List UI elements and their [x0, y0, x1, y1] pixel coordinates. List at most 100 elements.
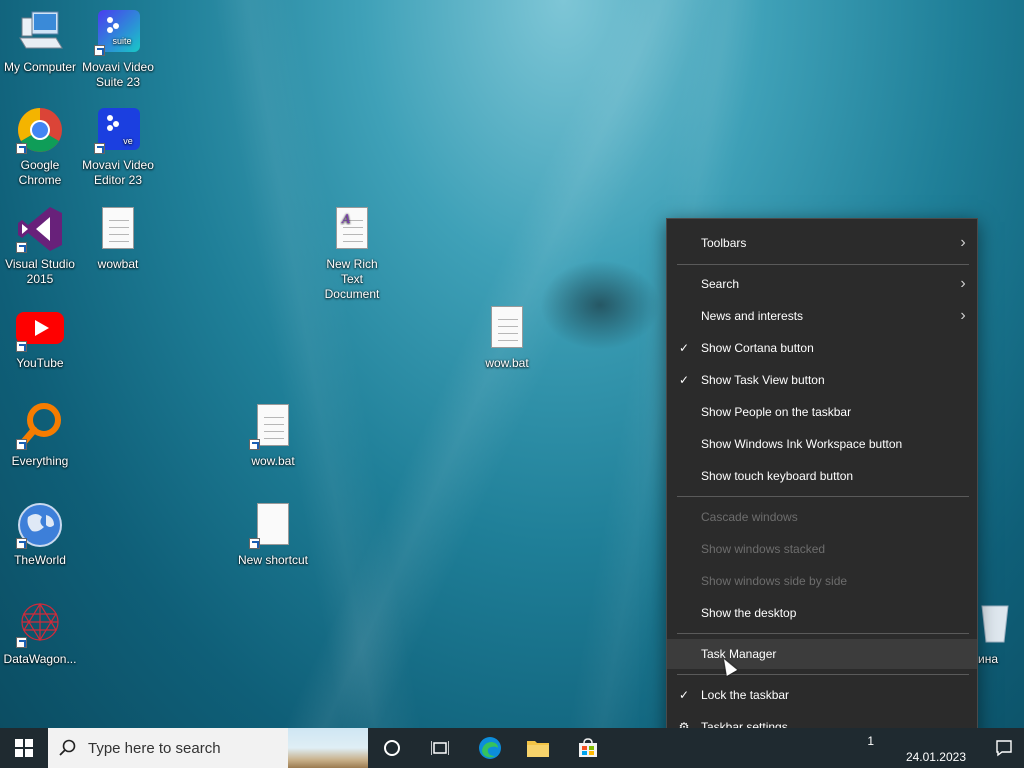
svg-text:A: A	[341, 212, 351, 225]
datawagon-icon	[16, 600, 64, 648]
file-explorer-button[interactable]	[514, 728, 562, 768]
windows-logo-icon	[15, 739, 33, 757]
desktop-icon-movavi-editor[interactable]: ve Movavi Video Editor 23	[78, 106, 158, 188]
batch-file-icon	[483, 304, 531, 352]
menu-item-label: Show Cortana button	[701, 341, 814, 355]
menu-item-label: Show touch keyboard button	[701, 469, 854, 483]
desktop-icon-youtube[interactable]: YouTube	[0, 304, 80, 371]
shortcut-arrow-icon	[94, 143, 105, 154]
menu-separator	[677, 496, 969, 497]
cortana-button[interactable]	[368, 728, 416, 768]
globe-icon	[16, 501, 64, 549]
task-view-button[interactable]	[416, 728, 464, 768]
menu-separator	[677, 674, 969, 675]
desktop-icon-label: Visual Studio 2015	[5, 257, 75, 286]
tray-time: 1	[867, 734, 874, 748]
checkmark-icon: ✓	[678, 341, 690, 355]
menu-item-label: Toolbars	[701, 236, 747, 250]
desktop-icon-label: Everything	[11, 454, 69, 468]
chevron-right-icon: ›	[960, 275, 966, 292]
menu-item-label: Show People on the taskbar	[701, 405, 852, 419]
movavi-suite-icon: suite	[94, 8, 142, 56]
start-button[interactable]	[0, 728, 48, 768]
desktop-icon-visual-studio[interactable]: Visual Studio 2015	[0, 205, 80, 287]
desktop-icon-my-computer[interactable]: My Computer	[0, 8, 80, 75]
shortcut-arrow-icon	[249, 538, 260, 549]
recycle-bin-icon	[974, 600, 1014, 648]
menu-item-show-ink-workspace[interactable]: Show Windows Ink Workspace button	[667, 429, 977, 459]
movavi-editor-badge: ve	[123, 136, 133, 146]
task-view-icon	[431, 741, 449, 755]
menu-item-label: Lock the taskbar	[701, 688, 790, 702]
desktop-icon-everything[interactable]: Everything	[0, 402, 80, 469]
chevron-right-icon: ›	[960, 307, 966, 324]
cortana-circle-icon	[384, 740, 400, 756]
shortcut-arrow-icon	[16, 538, 27, 549]
shortcut-arrow-icon	[16, 242, 27, 253]
desktop-icon-google-chrome[interactable]: Google Chrome	[0, 106, 80, 188]
shortcut-arrow-icon	[16, 143, 27, 154]
desktop-icon-new-shortcut[interactable]: New shortcut	[233, 501, 313, 568]
menu-item-windows-side-by-side: Show windows side by side	[667, 566, 977, 596]
menu-item-news-and-interests[interactable]: News and interests ›	[667, 301, 977, 331]
edge-icon	[479, 737, 501, 759]
taskbar[interactable]: Type here to search 1 24.01.2023	[0, 728, 1024, 768]
desktop-icon-label: New shortcut	[237, 553, 309, 567]
computer-icon	[16, 8, 64, 56]
desktop-icon-label: YouTube	[16, 356, 64, 370]
menu-separator	[677, 633, 969, 634]
menu-item-show-touch-keyboard[interactable]: Show touch keyboard button	[667, 461, 977, 491]
visual-studio-icon	[16, 205, 64, 253]
menu-item-label: Show windows stacked	[701, 542, 826, 556]
menu-item-search[interactable]: Search ›	[667, 269, 977, 299]
menu-item-label: Show Task View button	[701, 373, 825, 387]
desktop-icon-datawagon[interactable]: DataWagon...	[0, 600, 80, 667]
menu-separator	[677, 264, 969, 265]
desktop-icon-label: DataWagon...	[3, 652, 77, 666]
menu-item-toolbars[interactable]: Toolbars ›	[667, 228, 977, 258]
desktop-icon-movavi-suite[interactable]: suite Movavi Video Suite 23	[78, 8, 158, 90]
checkmark-icon: ✓	[678, 688, 690, 702]
menu-item-show-desktop[interactable]: Show the desktop	[667, 598, 977, 628]
menu-item-show-cortana[interactable]: ✓ Show Cortana button	[667, 333, 977, 363]
movavi-suite-badge: suite	[112, 36, 131, 46]
edge-button[interactable]	[466, 728, 514, 768]
action-center-button[interactable]	[984, 728, 1024, 768]
desktop-icon-label: Movavi Video Editor 23	[82, 158, 154, 187]
notification-icon	[996, 740, 1012, 757]
movavi-editor-icon: ve	[94, 106, 142, 154]
desktop-icon-label: Google Chrome	[18, 158, 62, 187]
desktop-icon-label: wowbat	[97, 257, 139, 271]
desktop[interactable]: { "desktop_icons": [ {"name":"desktop-ic…	[0, 0, 1024, 768]
taskbar-search-box[interactable]: Type here to search	[48, 728, 368, 768]
everything-search-icon	[16, 402, 64, 450]
search-placeholder: Type here to search	[88, 739, 221, 757]
blank-file-icon	[249, 501, 297, 549]
desktop-icon-theworld[interactable]: TheWorld	[0, 501, 80, 568]
shortcut-arrow-icon	[249, 439, 260, 450]
desktop-icon-label: Movavi Video Suite 23	[82, 60, 154, 89]
batch-file-icon	[249, 402, 297, 450]
text-file-icon	[94, 205, 142, 253]
menu-item-lock-taskbar[interactable]: ✓ Lock the taskbar	[667, 680, 977, 710]
chrome-icon	[16, 106, 64, 154]
desktop-icon-wowbat[interactable]: wowbat	[78, 205, 158, 272]
menu-item-show-people[interactable]: Show People on the taskbar	[667, 397, 977, 427]
desktop-icon-label: TheWorld	[14, 553, 66, 567]
search-highlight-image	[288, 728, 368, 768]
tray-date[interactable]: 24.01.2023	[906, 750, 966, 764]
shortcut-arrow-icon	[16, 341, 27, 352]
menu-item-task-manager[interactable]: Task Manager	[667, 639, 977, 669]
menu-item-windows-stacked: Show windows stacked	[667, 534, 977, 564]
menu-item-label: Show the desktop	[701, 606, 797, 620]
checkmark-icon: ✓	[678, 373, 690, 387]
menu-item-label: Show Windows Ink Workspace button	[701, 437, 903, 451]
desktop-icon-label: My Computer	[3, 60, 77, 74]
desktop-icon-wow-bat-1[interactable]: wow.bat	[467, 304, 547, 371]
desktop-icon-rtf[interactable]: A New Rich Text Document	[312, 205, 392, 302]
desktop-icon-wow-bat-2[interactable]: wow.bat	[233, 402, 313, 469]
shortcut-arrow-icon	[16, 439, 27, 450]
microsoft-store-button[interactable]	[564, 728, 612, 768]
desktop-icon-label: wow.bat	[485, 356, 529, 370]
menu-item-show-task-view[interactable]: ✓ Show Task View button	[667, 365, 977, 395]
